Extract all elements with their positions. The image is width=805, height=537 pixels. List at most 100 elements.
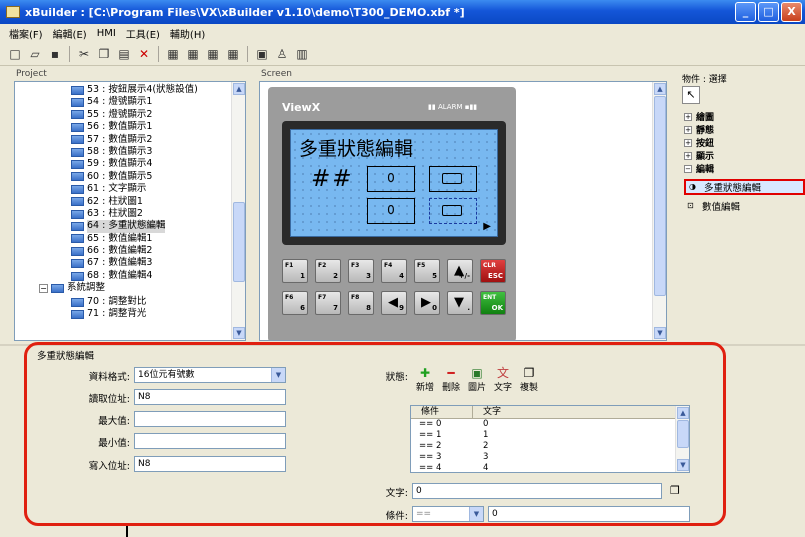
category-display[interactable]: + 顯示	[684, 149, 805, 162]
tree-item[interactable]: 55 : 燈號顯示2	[71, 109, 198, 121]
multi-state-edit-box-selected[interactable]	[429, 198, 477, 224]
scroll-up-icon[interactable]: ▲	[233, 83, 245, 95]
tree-scrollbar[interactable]: ▲ ▼	[231, 82, 245, 340]
key-left[interactable]: ◀ 9	[381, 291, 407, 315]
tree-item[interactable]: 56 : 數值顯示1	[71, 121, 198, 133]
tree-item[interactable]: 63 : 柱狀圖2	[71, 208, 198, 220]
key-f4[interactable]: F4 4	[381, 259, 407, 283]
max-value-input[interactable]	[134, 411, 286, 427]
category-draw[interactable]: + 繪圖	[684, 110, 805, 123]
tree-item[interactable]: 66 : 數值編輯2	[71, 245, 198, 257]
tree-item[interactable]: 54 : 燈號顯示1	[71, 96, 198, 108]
key-clr-esc[interactable]: CLR ESC	[480, 259, 506, 283]
key-right[interactable]: ▶ 0	[414, 291, 440, 315]
collapse-icon[interactable]: −	[39, 283, 48, 293]
category-button[interactable]: + 按鈕	[684, 136, 805, 149]
tree-item[interactable]: 53 : 按鈕展示4(狀態設值)	[71, 84, 198, 96]
tree-item[interactable]: 58 : 數值顯示3	[71, 146, 198, 158]
chevron-down-icon[interactable]: ▼	[469, 507, 483, 521]
state-table[interactable]: 條件 文字 == 00 == 11 == 22 == 33 == 44 ▲ ▼	[410, 405, 690, 473]
tree-item[interactable]: 57 : 數值顯示2	[71, 134, 198, 146]
object-multi-state-edit[interactable]: ◑ 多重狀態編輯	[684, 179, 805, 195]
tree-item[interactable]: 70 : 調整對比	[71, 296, 146, 308]
key-f8[interactable]: F8 8	[348, 291, 374, 315]
lcd-hash-display[interactable]: ##	[311, 166, 354, 192]
scroll-thumb[interactable]	[654, 96, 666, 296]
tool7-icon[interactable]: ▥	[293, 45, 311, 63]
tree-item[interactable]: 61 : 文字顯示	[71, 183, 198, 195]
key-up[interactable]: ▲ +/-	[447, 259, 473, 283]
key-f5[interactable]: F5 5	[414, 259, 440, 283]
data-format-select[interactable]: 16位元有號數 ▼	[134, 367, 286, 383]
scroll-down-icon[interactable]: ▼	[654, 327, 666, 339]
condition-column-header[interactable]: 條件	[411, 406, 473, 418]
write-address-input[interactable]: N8	[134, 456, 286, 472]
maximize-button[interactable]: □	[758, 2, 779, 22]
key-down[interactable]: ▼.	[447, 291, 473, 315]
table-row[interactable]: == 22	[411, 441, 689, 452]
tree-item[interactable]: 60 : 數值顯示5	[71, 171, 198, 183]
text-button[interactable]: 文文字	[492, 366, 514, 393]
category-static[interactable]: + 靜態	[684, 123, 805, 136]
key-f7[interactable]: F7 7	[315, 291, 341, 315]
tool1-icon[interactable]: ▦	[164, 45, 182, 63]
tool6-icon[interactable]: ♙	[273, 45, 291, 63]
menu-edit[interactable]: 編輯(E)	[48, 26, 92, 41]
text-column-header[interactable]: 文字	[473, 406, 673, 418]
key-f1[interactable]: F1 1	[282, 259, 308, 283]
state-text-input[interactable]: 0	[412, 483, 662, 499]
menu-help[interactable]: 輔助(H)	[165, 26, 210, 41]
tree-item[interactable]: 65 : 數值編輯1	[71, 233, 198, 245]
tree-item[interactable]: 62 : 柱狀圖1	[71, 196, 198, 208]
key-ent-ok[interactable]: ENT OK	[480, 291, 506, 315]
category-edit[interactable]: − 編輯	[684, 162, 805, 175]
key-f6[interactable]: F6 6	[282, 291, 308, 315]
numeric-edit-box[interactable]: 0	[367, 198, 415, 224]
numeric-display-box[interactable]: 0	[367, 166, 415, 192]
copy-icon[interactable]: ❐	[95, 45, 113, 63]
tree-item-selected[interactable]: 64 : 多重狀態編輯	[71, 220, 198, 233]
menu-file[interactable]: 檔案(F)	[4, 26, 48, 41]
table-row[interactable]: == 00	[411, 419, 689, 430]
menu-hmi[interactable]: HMI	[92, 28, 121, 39]
state-table-scrollbar[interactable]: ▲ ▼	[675, 406, 689, 472]
key-f2[interactable]: F2 2	[315, 259, 341, 283]
pointer-select-icon[interactable]: ↖	[682, 86, 700, 104]
screen-canvas[interactable]: ViewX ▮▮ ALARM ▪▮▮ 多重狀態編輯 ## 0 0 ▶ F1 1 F…	[259, 81, 667, 341]
screen-scrollbar[interactable]: ▲ ▼	[652, 82, 666, 340]
add-state-button[interactable]: ✚ 新增	[414, 366, 436, 393]
minimize-button[interactable]: _	[735, 2, 756, 22]
cut-icon[interactable]: ✂	[75, 45, 93, 63]
new-icon[interactable]: □	[6, 45, 24, 63]
tool4-icon[interactable]: ▦	[224, 45, 242, 63]
save-icon[interactable]: ▪	[46, 45, 64, 63]
scroll-thumb[interactable]	[233, 202, 245, 282]
lcd-screen[interactable]: 多重狀態編輯 ## 0 0 ▶	[290, 129, 498, 237]
paste-icon[interactable]: ▤	[115, 45, 133, 63]
tree-item[interactable]: 59 : 數值顯示4	[71, 158, 198, 170]
open-icon[interactable]: ▱	[26, 45, 44, 63]
state-display-box[interactable]	[429, 166, 477, 192]
table-row[interactable]: == 33	[411, 452, 689, 463]
copy-state-button[interactable]: ❐ 複製	[518, 366, 540, 393]
table-row[interactable]: == 44	[411, 463, 689, 472]
tool2-icon[interactable]: ▦	[184, 45, 202, 63]
min-value-input[interactable]	[134, 433, 286, 449]
tool5-icon[interactable]: ▣	[253, 45, 271, 63]
tree-item[interactable]: 68 : 數值編輯4	[71, 270, 198, 282]
project-tree[interactable]: 53 : 按鈕展示4(狀態設值) 54 : 燈號顯示1 55 : 燈號顯示2 5…	[14, 81, 246, 341]
tree-item[interactable]: 71 : 調整背光	[71, 308, 146, 320]
text-picker-icon[interactable]: ❐	[670, 484, 680, 497]
tool3-icon[interactable]: ▦	[204, 45, 222, 63]
scroll-down-icon[interactable]: ▼	[233, 327, 245, 339]
condition-value-input[interactable]: 0	[488, 506, 690, 522]
key-f3[interactable]: F3 3	[348, 259, 374, 283]
delete-state-button[interactable]: ━ 刪除	[440, 366, 462, 393]
chevron-down-icon[interactable]: ▼	[271, 368, 285, 382]
close-button[interactable]: X	[781, 2, 802, 22]
delete-icon[interactable]: ✕	[135, 45, 153, 63]
object-numeric-edit[interactable]: ⊡ 數值編輯	[684, 198, 805, 214]
read-address-input[interactable]: N8	[134, 389, 286, 405]
scroll-up-icon[interactable]: ▲	[677, 407, 689, 419]
scroll-down-icon[interactable]: ▼	[677, 459, 689, 471]
